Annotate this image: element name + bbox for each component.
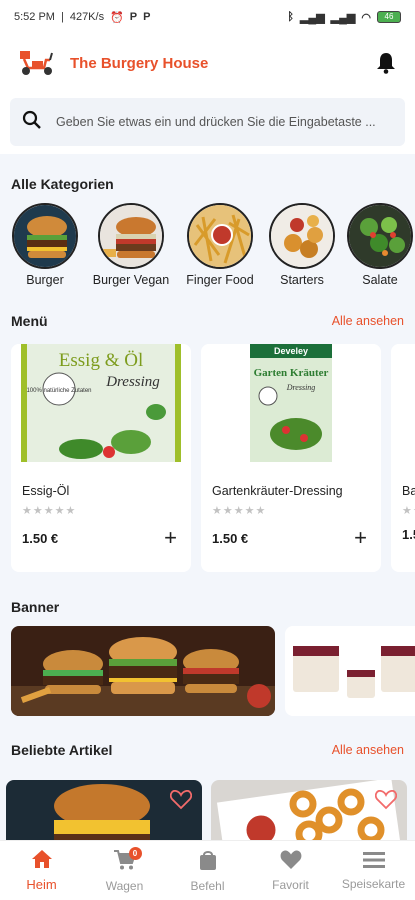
rating-stars: ★★★★★: [212, 505, 267, 517]
nav-favorites[interactable]: Favorit: [249, 841, 332, 900]
wifi-icon: ◠: [361, 11, 371, 24]
nav-label: Befehl: [190, 878, 225, 893]
banner-title: Banner: [11, 599, 60, 615]
parking-icon: P: [129, 11, 138, 23]
parking-icon: P: [143, 11, 151, 23]
product-name: Ba: [402, 484, 415, 498]
category-label: Burger: [26, 273, 64, 287]
category-label: Salate: [362, 273, 398, 287]
add-to-cart-plus-icon[interactable]: +: [164, 527, 177, 549]
battery-icon: 46: [377, 11, 401, 23]
category-burger[interactable]: Burger: [5, 203, 85, 287]
banner-carousel: [0, 626, 415, 718]
popular-title: Beliebte Artikel: [11, 742, 113, 758]
popular-item[interactable]: [6, 780, 202, 842]
category-label: Starters: [280, 273, 324, 287]
alarm-icon: ⏰: [110, 11, 124, 24]
app-title: The Burgery House: [70, 54, 209, 72]
category-image: [98, 203, 164, 269]
category-label: Finger Food: [186, 273, 254, 287]
add-to-cart-plus-icon[interactable]: +: [354, 527, 367, 549]
product-image: Essig & Öl Dressing 100% natürliche Zuta…: [11, 344, 191, 462]
products-list: Essig & Öl Dressing 100% natürliche Zuta…: [0, 344, 415, 574]
signal-icon: ▂▄▆: [330, 11, 356, 24]
product-card[interactable]: Essig & Öl Dressing 100% natürliche Zuta…: [11, 344, 191, 572]
product-image: [391, 344, 415, 462]
product-price: 1.50 €: [22, 530, 59, 546]
search-placeholder: Geben Sie etwas ein und drücken Sie die …: [56, 115, 376, 129]
product-price: 1.50 €: [212, 530, 249, 546]
categories-title: Alle Kategorien: [11, 176, 114, 192]
search-input[interactable]: Geben Sie etwas ein und drücken Sie die …: [10, 98, 405, 146]
bell-icon[interactable]: [373, 50, 399, 76]
nav-orders[interactable]: Befehl: [166, 841, 249, 900]
product-image-text: Develey: [274, 346, 308, 356]
category-label: Burger Vegan: [92, 273, 170, 287]
category-image: [347, 203, 413, 269]
product-card[interactable]: Develey Garten Kräuter Dressing Gartenkr…: [201, 344, 381, 572]
popular-see-all-link[interactable]: Alle ansehen: [332, 743, 404, 757]
banner-burgers[interactable]: [11, 626, 275, 716]
product-image-text: Essig & Öl: [59, 350, 143, 371]
category-salate[interactable]: Salate: [340, 203, 415, 287]
product-name: Essig-Öl: [22, 484, 70, 498]
favorite-heart-icon[interactable]: [169, 789, 193, 815]
banner-ice-cream[interactable]: [285, 626, 415, 716]
app-bar: The Burgery House: [0, 34, 415, 92]
cart-badge: 0: [128, 847, 142, 860]
rating-stars: ★★★★★: [402, 505, 415, 517]
menu-see-all-link[interactable]: Alle ansehen: [332, 314, 404, 328]
category-burger-vegan[interactable]: Burger Vegan: [91, 203, 171, 287]
status-bar: 5:52 PM | 427K/s ⏰ P P ᛒ ▂▄▆ ▂▄▆ ◠ 46: [0, 0, 415, 34]
favorite-heart-icon[interactable]: [374, 789, 398, 815]
popular-list: [0, 780, 415, 842]
categories-list: Burger Burger Vegan Finger Food Starters…: [0, 203, 415, 293]
search-section: Geben Sie etwas ein und drücken Sie die …: [0, 92, 415, 154]
popular-item[interactable]: [211, 780, 407, 842]
menu-icon: [362, 851, 385, 874]
bluetooth-icon: ᛒ: [287, 11, 294, 23]
nav-label: Wagen: [105, 878, 144, 893]
bottom-navigation: Heim 0 Wagen Befehl Favorit Speisekarte: [0, 840, 415, 900]
product-image-text: 100% natürliche Zutaten: [26, 388, 91, 394]
menu-header: Menü Alle ansehen: [11, 313, 404, 329]
product-price: 1.5: [402, 527, 415, 542]
signal-icon: ▂▄▆: [299, 11, 325, 24]
search-icon: [22, 110, 42, 135]
nav-home[interactable]: Heim: [0, 841, 83, 900]
heart-icon: [280, 849, 302, 875]
menu-title: Menü: [11, 313, 48, 329]
product-name: Gartenkräuter-Dressing: [212, 484, 343, 498]
scooter-logo-icon: [16, 48, 58, 78]
popular-header: Beliebte Artikel Alle ansehen: [11, 742, 404, 758]
home-icon: [31, 849, 53, 874]
product-image-text: Dressing: [286, 383, 316, 392]
nav-menu[interactable]: Speisekarte: [332, 841, 415, 900]
product-image-text: Garten Kräuter: [254, 367, 329, 379]
category-starters[interactable]: Starters: [262, 203, 342, 287]
nav-label: Heim: [26, 877, 57, 892]
nav-label: Favorit: [272, 877, 309, 892]
category-image: [269, 203, 335, 269]
bag-icon: [198, 849, 218, 876]
category-finger-food[interactable]: Finger Food: [180, 203, 260, 287]
status-time: 5:52 PM: [14, 11, 55, 23]
category-image: [12, 203, 78, 269]
status-speed: 427K/s: [69, 11, 105, 23]
product-image-text: Dressing: [105, 374, 160, 390]
product-card[interactable]: Ba ★★★★★ 1.5: [391, 344, 415, 572]
product-image: Develey Garten Kräuter Dressing: [201, 344, 381, 462]
nav-cart[interactable]: 0 Wagen: [83, 841, 166, 900]
rating-stars: ★★★★★: [22, 505, 77, 517]
category-image: [187, 203, 253, 269]
nav-label: Speisekarte: [341, 876, 406, 891]
